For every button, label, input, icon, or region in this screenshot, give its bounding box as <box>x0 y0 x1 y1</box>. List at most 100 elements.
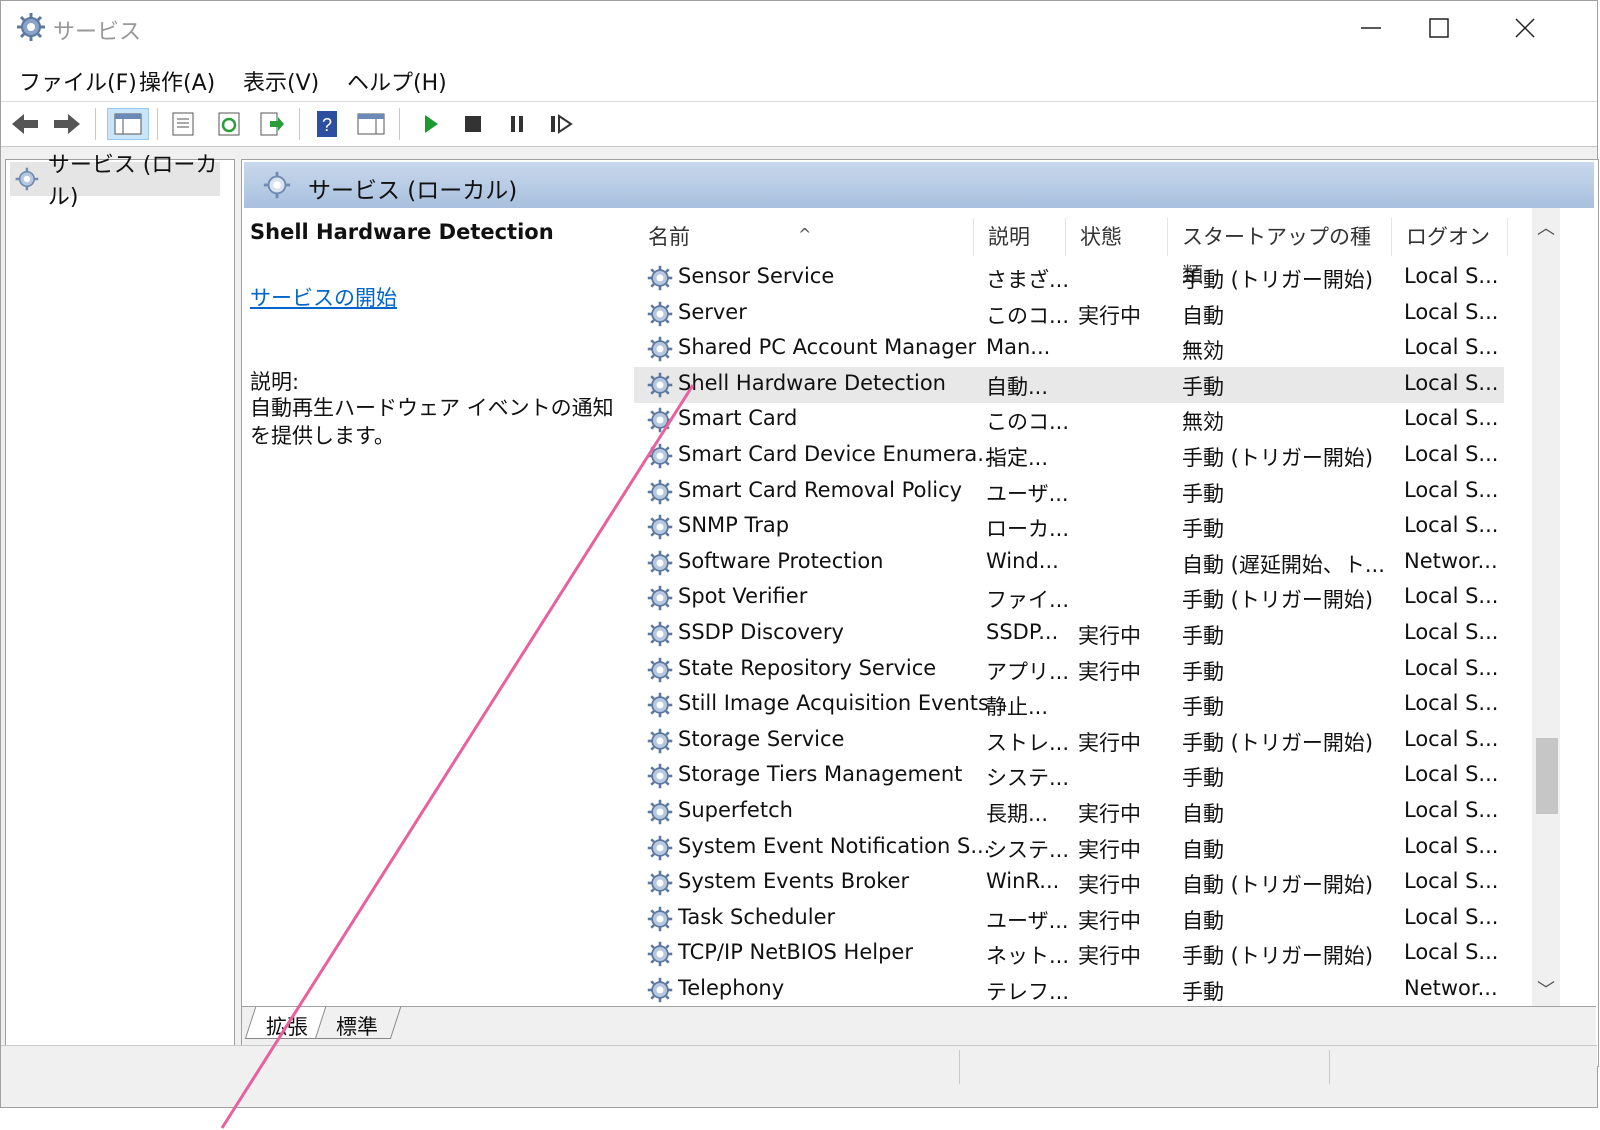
help-button[interactable]: ? <box>311 108 343 140</box>
start-service-link[interactable]: サービスの開始 <box>250 282 397 312</box>
tab-standard[interactable]: 標準 <box>314 1007 402 1039</box>
resume-service-button[interactable] <box>545 108 577 140</box>
service-gear-icon <box>646 976 674 1004</box>
table-row[interactable]: Telephony テレフ... 手動 Networ... <box>634 972 1504 1006</box>
column-header-startup-type[interactable]: スタートアップの種類 <box>1168 218 1392 287</box>
column-header-description[interactable]: 説明 <box>974 218 1066 256</box>
properties-button[interactable] <box>167 108 199 140</box>
status-bar <box>1 1045 1597 1086</box>
tree-item-services-local[interactable]: サービス (ローカル) <box>10 153 220 210</box>
service-description: ネット... <box>986 944 1070 969</box>
menu-help[interactable]: ヘルプ(H) <box>347 65 447 97</box>
console-tree-button[interactable] <box>107 108 149 140</box>
forward-button[interactable] <box>51 108 83 140</box>
tab-standard-label: 標準 <box>336 1015 379 1039</box>
service-startup-type: 自動 <box>1182 802 1224 826</box>
export-button[interactable] <box>255 108 287 140</box>
service-name: Sensor Service <box>678 264 835 288</box>
table-row[interactable]: Storage Service ストレ... 実行中 手動 (トリガー開始) Local… <box>634 723 1504 759</box>
service-status: 実行中 <box>1078 873 1141 898</box>
close-button[interactable] <box>1481 1 1569 55</box>
service-description: ストレ... <box>986 730 1070 755</box>
table-row[interactable]: Shared PC Account Manager Man... 無効 Local S… <box>634 331 1504 367</box>
menu-file[interactable]: ファイル(F) <box>19 65 137 97</box>
table-row[interactable]: System Events Broker WinR... 実行中 自動 (トリガー開始… <box>634 865 1504 901</box>
view-icon <box>357 113 385 135</box>
pause-service-button[interactable] <box>501 108 533 140</box>
table-row[interactable]: Smart Card Device Enumera... 指定... 手動 (トリガ… <box>634 438 1504 474</box>
service-description: ユーザ... <box>986 908 1069 933</box>
service-gear-icon <box>646 300 674 328</box>
service-description: 静止... <box>986 695 1049 720</box>
menu-view[interactable]: 表示(V) <box>243 65 319 97</box>
service-status: 実行中 <box>1078 624 1141 648</box>
table-row[interactable]: Task Scheduler ユーザ... 実行中 自動 Local S... <box>634 901 1504 937</box>
service-gear-icon <box>646 406 674 434</box>
table-row[interactable]: Storage Tiers Management システ... 手動 Local S.… <box>634 758 1504 794</box>
service-logon: Networ... <box>1404 976 1498 1000</box>
service-startup-type: 手動 (トリガー開始) <box>1182 446 1374 470</box>
service-logon: Networ... <box>1404 548 1498 573</box>
column-header-logon[interactable]: ログオン <box>1392 218 1508 256</box>
menu-action[interactable]: 操作(A) <box>139 65 215 97</box>
console-tree-icon <box>114 113 142 135</box>
scroll-up-icon[interactable]: ︿ <box>1532 214 1560 239</box>
column-header-name[interactable]: 名前 ^ <box>634 218 974 256</box>
service-name: Still Image Acquisition Events <box>678 691 989 716</box>
refresh-icon <box>218 112 240 136</box>
service-gear-icon <box>646 691 674 719</box>
table-row[interactable]: TCP/IP NetBIOS Helper ネット... 実行中 手動 (トリガー開始… <box>634 936 1504 972</box>
service-logon: Local S... <box>1404 335 1499 360</box>
table-row[interactable]: Smart Card Removal Policy ユーザ... 手動 Local S… <box>634 474 1504 510</box>
gear-icon <box>15 167 39 191</box>
tab-extended-label: 拡張 <box>266 1015 309 1039</box>
service-name: Spot Verifier <box>678 584 808 609</box>
pane-header: サービス (ローカル) <box>244 162 1594 208</box>
toolbar: ? <box>1 102 1597 147</box>
service-name: SNMP Trap <box>678 513 790 538</box>
service-logon: Local S... <box>1404 299 1499 324</box>
table-row[interactable]: SSDP Discovery SSDP... 実行中 手動 Local S... <box>634 616 1504 652</box>
service-startup-type: 手動 <box>1182 766 1224 791</box>
service-description: Man... <box>986 335 1051 360</box>
column-header-status[interactable]: 状態 <box>1066 218 1168 256</box>
service-startup-type: 手動 <box>1182 659 1224 684</box>
scroll-down-icon[interactable]: ﹀ <box>1532 976 1560 1001</box>
service-gear-icon <box>646 940 674 968</box>
service-logon: Local S... <box>1404 762 1499 787</box>
view-button[interactable] <box>355 108 387 140</box>
table-row[interactable]: Spot Verifier ファイ... 手動 (トリガー開始) Local S... <box>634 580 1504 616</box>
refresh-button[interactable] <box>213 108 245 140</box>
service-name: Software Protection <box>678 548 884 573</box>
service-gear-icon <box>646 371 674 399</box>
service-description: ローカ... <box>986 517 1070 542</box>
back-button[interactable] <box>9 108 41 140</box>
table-row[interactable]: SNMP Trap ローカ... 手動 Local S... <box>634 509 1504 545</box>
table-row[interactable]: System Event Notification S... システ... 実行中 自… <box>634 830 1504 866</box>
table-row[interactable]: Still Image Acquisition Events 静止... 手動 Loc… <box>634 687 1504 723</box>
description-text: 自動再生ハードウェア イベントの通知を提供します。 <box>250 396 614 448</box>
window-title: サービス <box>53 20 142 45</box>
table-row[interactable]: Server このコ... 実行中 自動 Local S... <box>634 296 1504 332</box>
close-icon <box>1515 18 1535 38</box>
service-startup-type: 手動 <box>1182 695 1224 720</box>
scroll-thumb[interactable] <box>1536 738 1558 814</box>
services-pane: サービス (ローカル) Shell Hardware Detection サービ… <box>241 159 1599 1067</box>
start-service-button[interactable] <box>415 108 447 140</box>
table-row[interactable]: Sensor Service さまざ... 手動 (トリガー開始) Local S..… <box>634 260 1504 296</box>
table-row[interactable]: Smart Card このコ... 無効 Local S... <box>634 402 1504 438</box>
maximize-button[interactable] <box>1395 1 1483 55</box>
table-row[interactable]: Superfetch 長期... 実行中 自動 Local S... <box>634 794 1504 830</box>
table-row[interactable]: Shell Hardware Detection 自動... 手動 Local S..… <box>634 366 1504 403</box>
service-description: テレフ... <box>986 980 1070 1004</box>
table-row[interactable]: Software Protection Wind... 自動 (遅延開始、ト... N… <box>634 545 1504 581</box>
service-logon: Local S... <box>1404 869 1499 894</box>
stop-service-button[interactable] <box>457 108 489 140</box>
table-row[interactable]: State Repository Service アプリ... 実行中 手動 Local… <box>634 652 1504 688</box>
service-gear-icon <box>646 549 674 577</box>
service-gear-icon <box>646 834 674 862</box>
services-list: 名前 ^ 説明 状態 スタートアップの種類 ログオン Sensor Servic… <box>634 208 1524 1006</box>
service-startup-type: 手動 (トリガー開始) <box>1182 944 1374 969</box>
vertical-scrollbar[interactable]: ︿ ﹀ <box>1532 208 1560 1006</box>
back-arrow-icon <box>12 114 38 134</box>
